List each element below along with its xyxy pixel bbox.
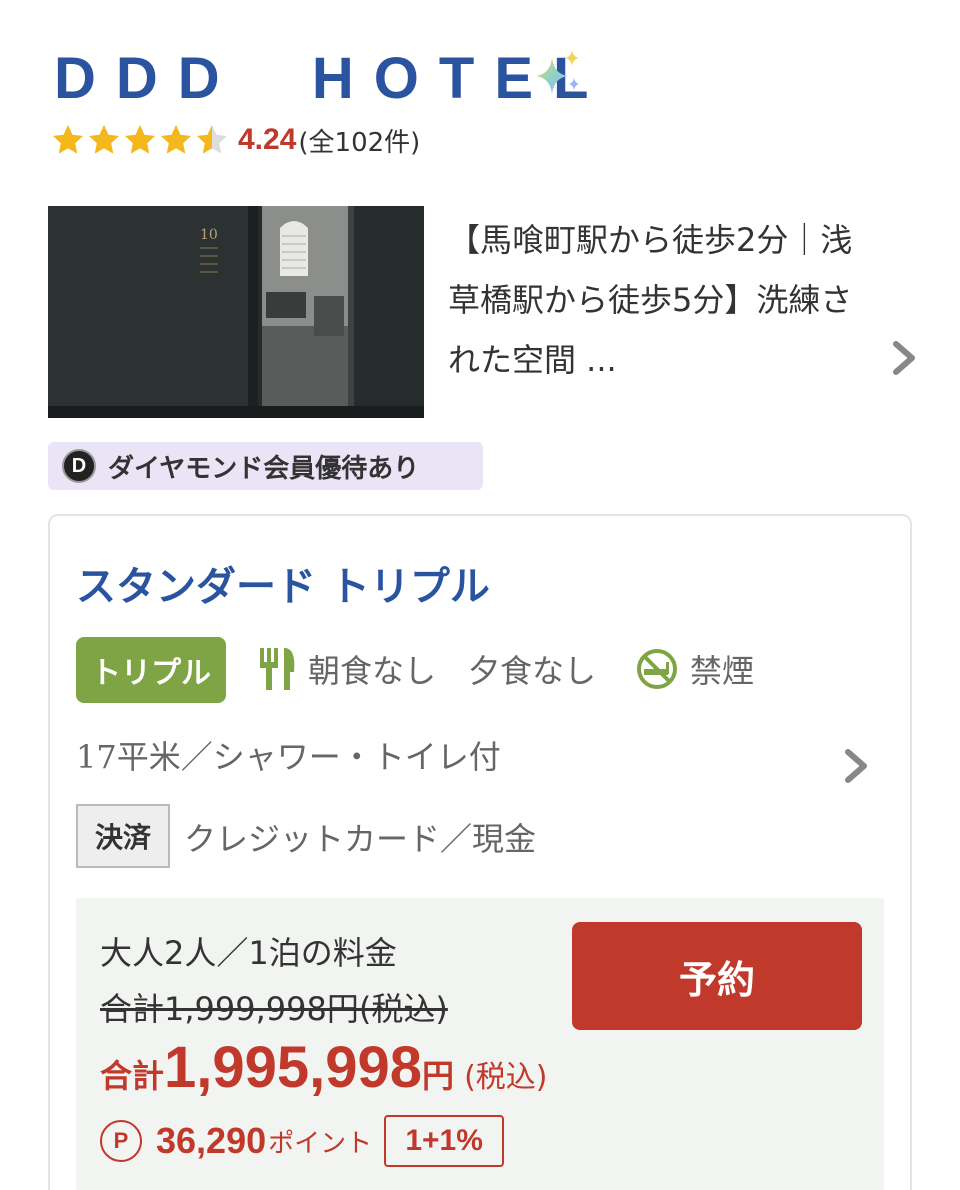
room-number-sign: 10 [200,227,218,243]
review-count[interactable]: (全102件) [298,122,420,159]
total-yen: 円 [422,1057,455,1095]
chevron-right-icon[interactable] [842,748,870,784]
cutlery-icon [260,648,295,690]
total-tax: (税込) [464,1060,548,1095]
sparkle-icon [536,50,579,94]
points-unit: ポイント [268,1128,373,1159]
points-value: 36,290 [156,1120,267,1161]
payment-methods: クレジットカード／現金 [184,820,537,858]
hotel-name[interactable]: DDD HOTEL [54,44,608,114]
star-icon [125,125,155,154]
total-amount: 1,995,998 [164,1035,423,1100]
meal-info: 朝食なし 夕食なし [308,652,597,690]
diamond-member-icon: D [62,449,96,483]
hotel-catchphrase[interactable]: 【馬喰町駅から徒歩2分｜浅草橋駅から徒歩5分】洗練された空間 ... [448,210,858,390]
room-spec: 17平米／シャワー・トイレ付 [76,738,501,776]
guest-count: 大人2人／1泊の料金 [100,934,397,972]
payment-label: 決済 [76,804,170,868]
total-prefix: 合計 [100,1057,165,1095]
half-star-icon [197,125,227,154]
hotel-title[interactable]: DDD HOTEL [54,44,608,114]
room-name-link[interactable]: スタンダード トリプル [76,554,490,612]
no-smoking-icon [637,649,677,689]
point-icon: P [100,1120,142,1162]
original-price: 合計1,999,998円(税込) [100,990,448,1028]
points-row: P 36,290 ポイント 1+1% [100,1114,505,1168]
star-icon [161,125,191,154]
star-icon [89,125,119,154]
total-price: 合計 1,995,998 円 (税込) [100,1034,547,1101]
star-icon [53,125,83,154]
rating-value: 4.24 [238,123,297,156]
diamond-member-badge: D ダイヤモンド会員優待あり [48,442,483,490]
reserve-button[interactable]: 予約 [572,922,862,1030]
star-rating [50,122,230,158]
smoking-info: 禁煙 [690,652,755,690]
chevron-right-icon[interactable] [890,340,918,376]
diamond-member-label: ダイヤモンド会員優待あり [108,453,420,484]
hotel-photo[interactable]: 10 [48,206,424,418]
points-rate-badge: 1+1% [384,1115,505,1167]
rating-row[interactable]: 4.24 (全102件) [50,118,420,162]
room-type-badge: トリプル [76,637,226,703]
